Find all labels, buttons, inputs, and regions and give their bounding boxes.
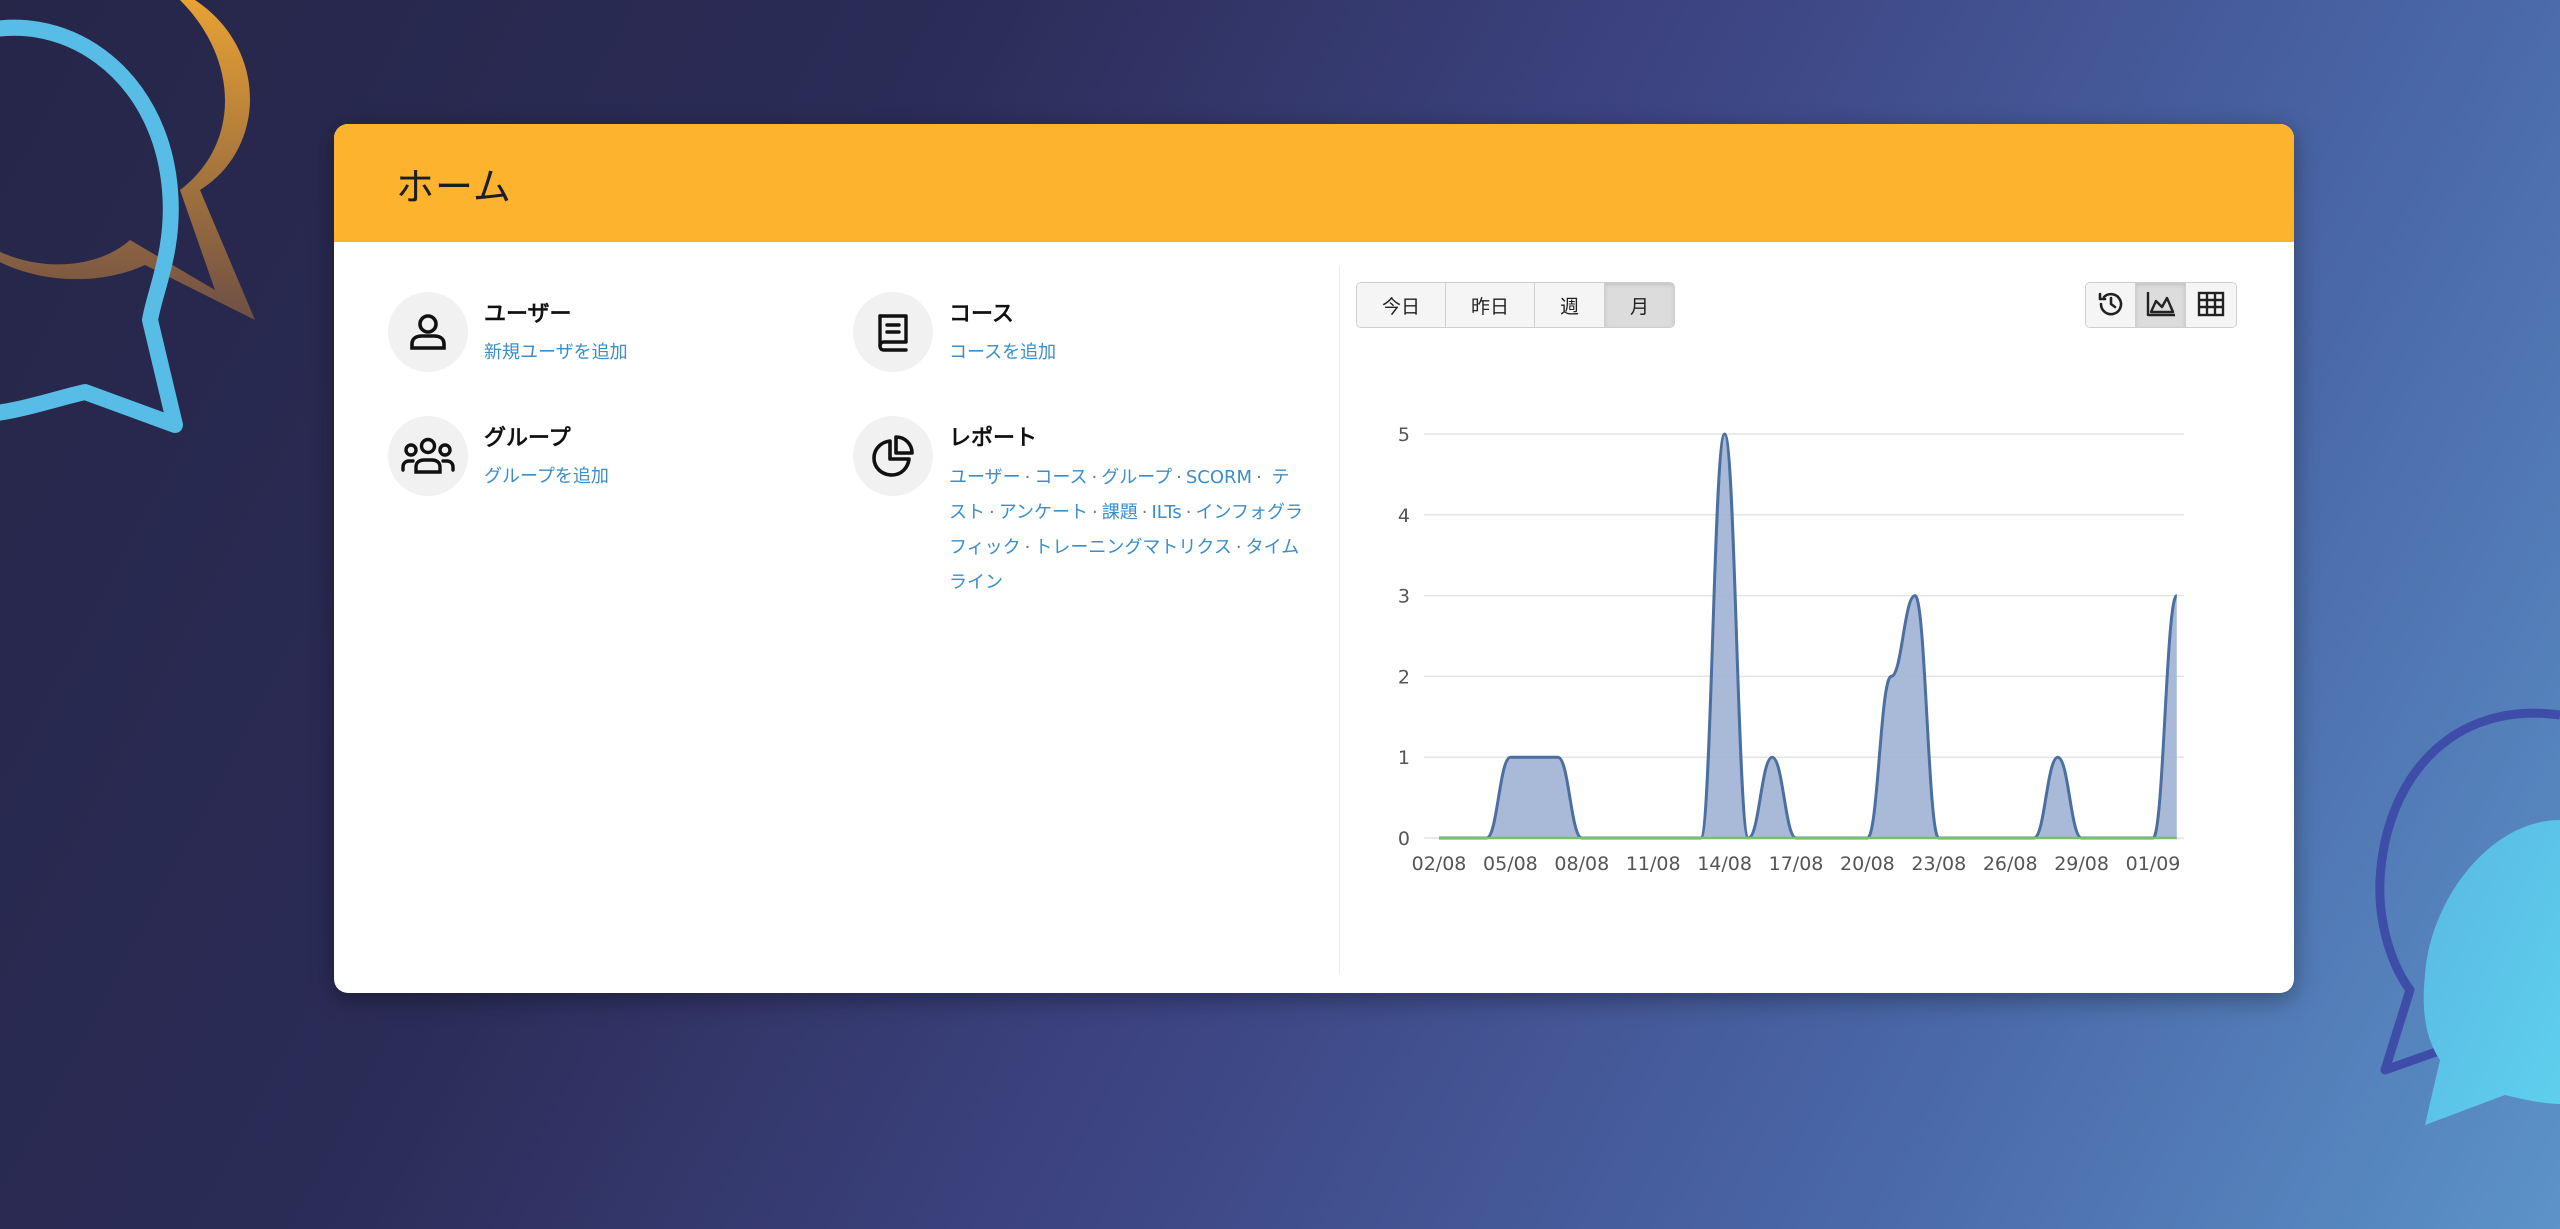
x-tick-label: 23/08 xyxy=(1911,853,1966,874)
report-link-surveys[interactable]: アンケート xyxy=(999,502,1088,523)
y-tick-label: 1 xyxy=(1398,747,1410,769)
y-tick-label: 0 xyxy=(1398,828,1410,850)
x-tick-label: 11/08 xyxy=(1626,853,1681,874)
x-tick-label: 05/08 xyxy=(1483,853,1538,874)
y-tick-label: 3 xyxy=(1398,586,1410,608)
x-tick-label: 02/08 xyxy=(1412,853,1467,874)
nav-title-reports[interactable]: レポート xyxy=(949,420,1304,452)
group-icon[interactable] xyxy=(388,416,468,496)
table-icon xyxy=(2196,290,2226,321)
book-icon[interactable] xyxy=(853,292,933,372)
period-tabs: 今日 昨日 週 月 xyxy=(1356,282,1676,328)
history-icon xyxy=(2096,289,2126,322)
nav-item-users: ユーザー 新規ユーザを追加 xyxy=(388,292,628,372)
table-view-button[interactable] xyxy=(2186,283,2236,327)
x-tick-label: 08/08 xyxy=(1554,853,1609,874)
period-month-button[interactable]: 月 xyxy=(1605,283,1675,327)
card-header: ホーム xyxy=(334,124,2294,242)
x-tick-label: 14/08 xyxy=(1697,853,1752,874)
add-user-link[interactable]: 新規ユーザを追加 xyxy=(484,338,628,364)
nav-item-reports: レポート ユーザー · コース · グループ · SCORM · テスト · アンケート · 課題 · I… xyxy=(853,416,1304,600)
report-link-users[interactable]: ユーザー xyxy=(949,467,1021,488)
view-toggle xyxy=(2085,282,2237,328)
x-tick-label: 20/08 xyxy=(1840,853,1895,874)
y-tick-label: 5 xyxy=(1398,424,1410,446)
y-tick-label: 4 xyxy=(1398,505,1410,527)
history-view-button[interactable] xyxy=(2086,283,2136,327)
page-title: ホーム xyxy=(396,164,512,209)
report-link-ilts[interactable]: ILTs xyxy=(1151,502,1181,523)
x-tick-label: 29/08 xyxy=(2054,853,2109,874)
x-tick-label: 17/08 xyxy=(1769,853,1824,874)
report-link-scorm[interactable]: SCORM xyxy=(1186,467,1252,488)
add-group-link[interactable]: グループを追加 xyxy=(484,462,609,488)
report-links: ユーザー · コース · グループ · SCORM · テスト · アンケート · 課題 · ILTs · イ… xyxy=(949,467,1303,593)
report-link-assignments[interactable]: 課題 xyxy=(1102,502,1138,523)
home-card: ホーム ユーザー 新規ユーザを追加 グループ グループを追加 コース コースを追… xyxy=(334,124,2294,993)
area-chart-icon xyxy=(2145,289,2177,322)
y-tick-label: 2 xyxy=(1398,666,1410,688)
nav-title-users[interactable]: ユーザー xyxy=(484,296,628,328)
report-link-groups[interactable]: グループ xyxy=(1101,467,1172,488)
x-tick-label: 01/09 xyxy=(2126,853,2181,874)
report-link-training-matrix[interactable]: トレーニングマトリクス xyxy=(1034,537,1231,558)
add-course-link[interactable]: コースを追加 xyxy=(949,338,1056,364)
nav-item-courses: コース コースを追加 xyxy=(853,292,1056,372)
area-chart-view-button[interactable] xyxy=(2136,283,2186,327)
nav-title-groups[interactable]: グループ xyxy=(484,420,609,452)
nav-title-courses[interactable]: コース xyxy=(949,296,1056,328)
period-week-button[interactable]: 週 xyxy=(1535,283,1606,327)
user-icon[interactable] xyxy=(388,292,468,372)
period-yesterday-button[interactable]: 昨日 xyxy=(1446,283,1536,327)
period-today-button[interactable]: 今日 xyxy=(1357,283,1447,327)
nav-item-groups: グループ グループを追加 xyxy=(388,416,609,496)
report-link-courses[interactable]: コース xyxy=(1034,467,1087,488)
pie-chart-icon[interactable] xyxy=(853,416,933,496)
activity-chart: 0 1 2 3 4 5 02/08 05/08 08/08 11/08 14/08 17/08 20/0… xyxy=(1398,424,2184,874)
x-tick-label: 26/08 xyxy=(1983,853,2038,874)
